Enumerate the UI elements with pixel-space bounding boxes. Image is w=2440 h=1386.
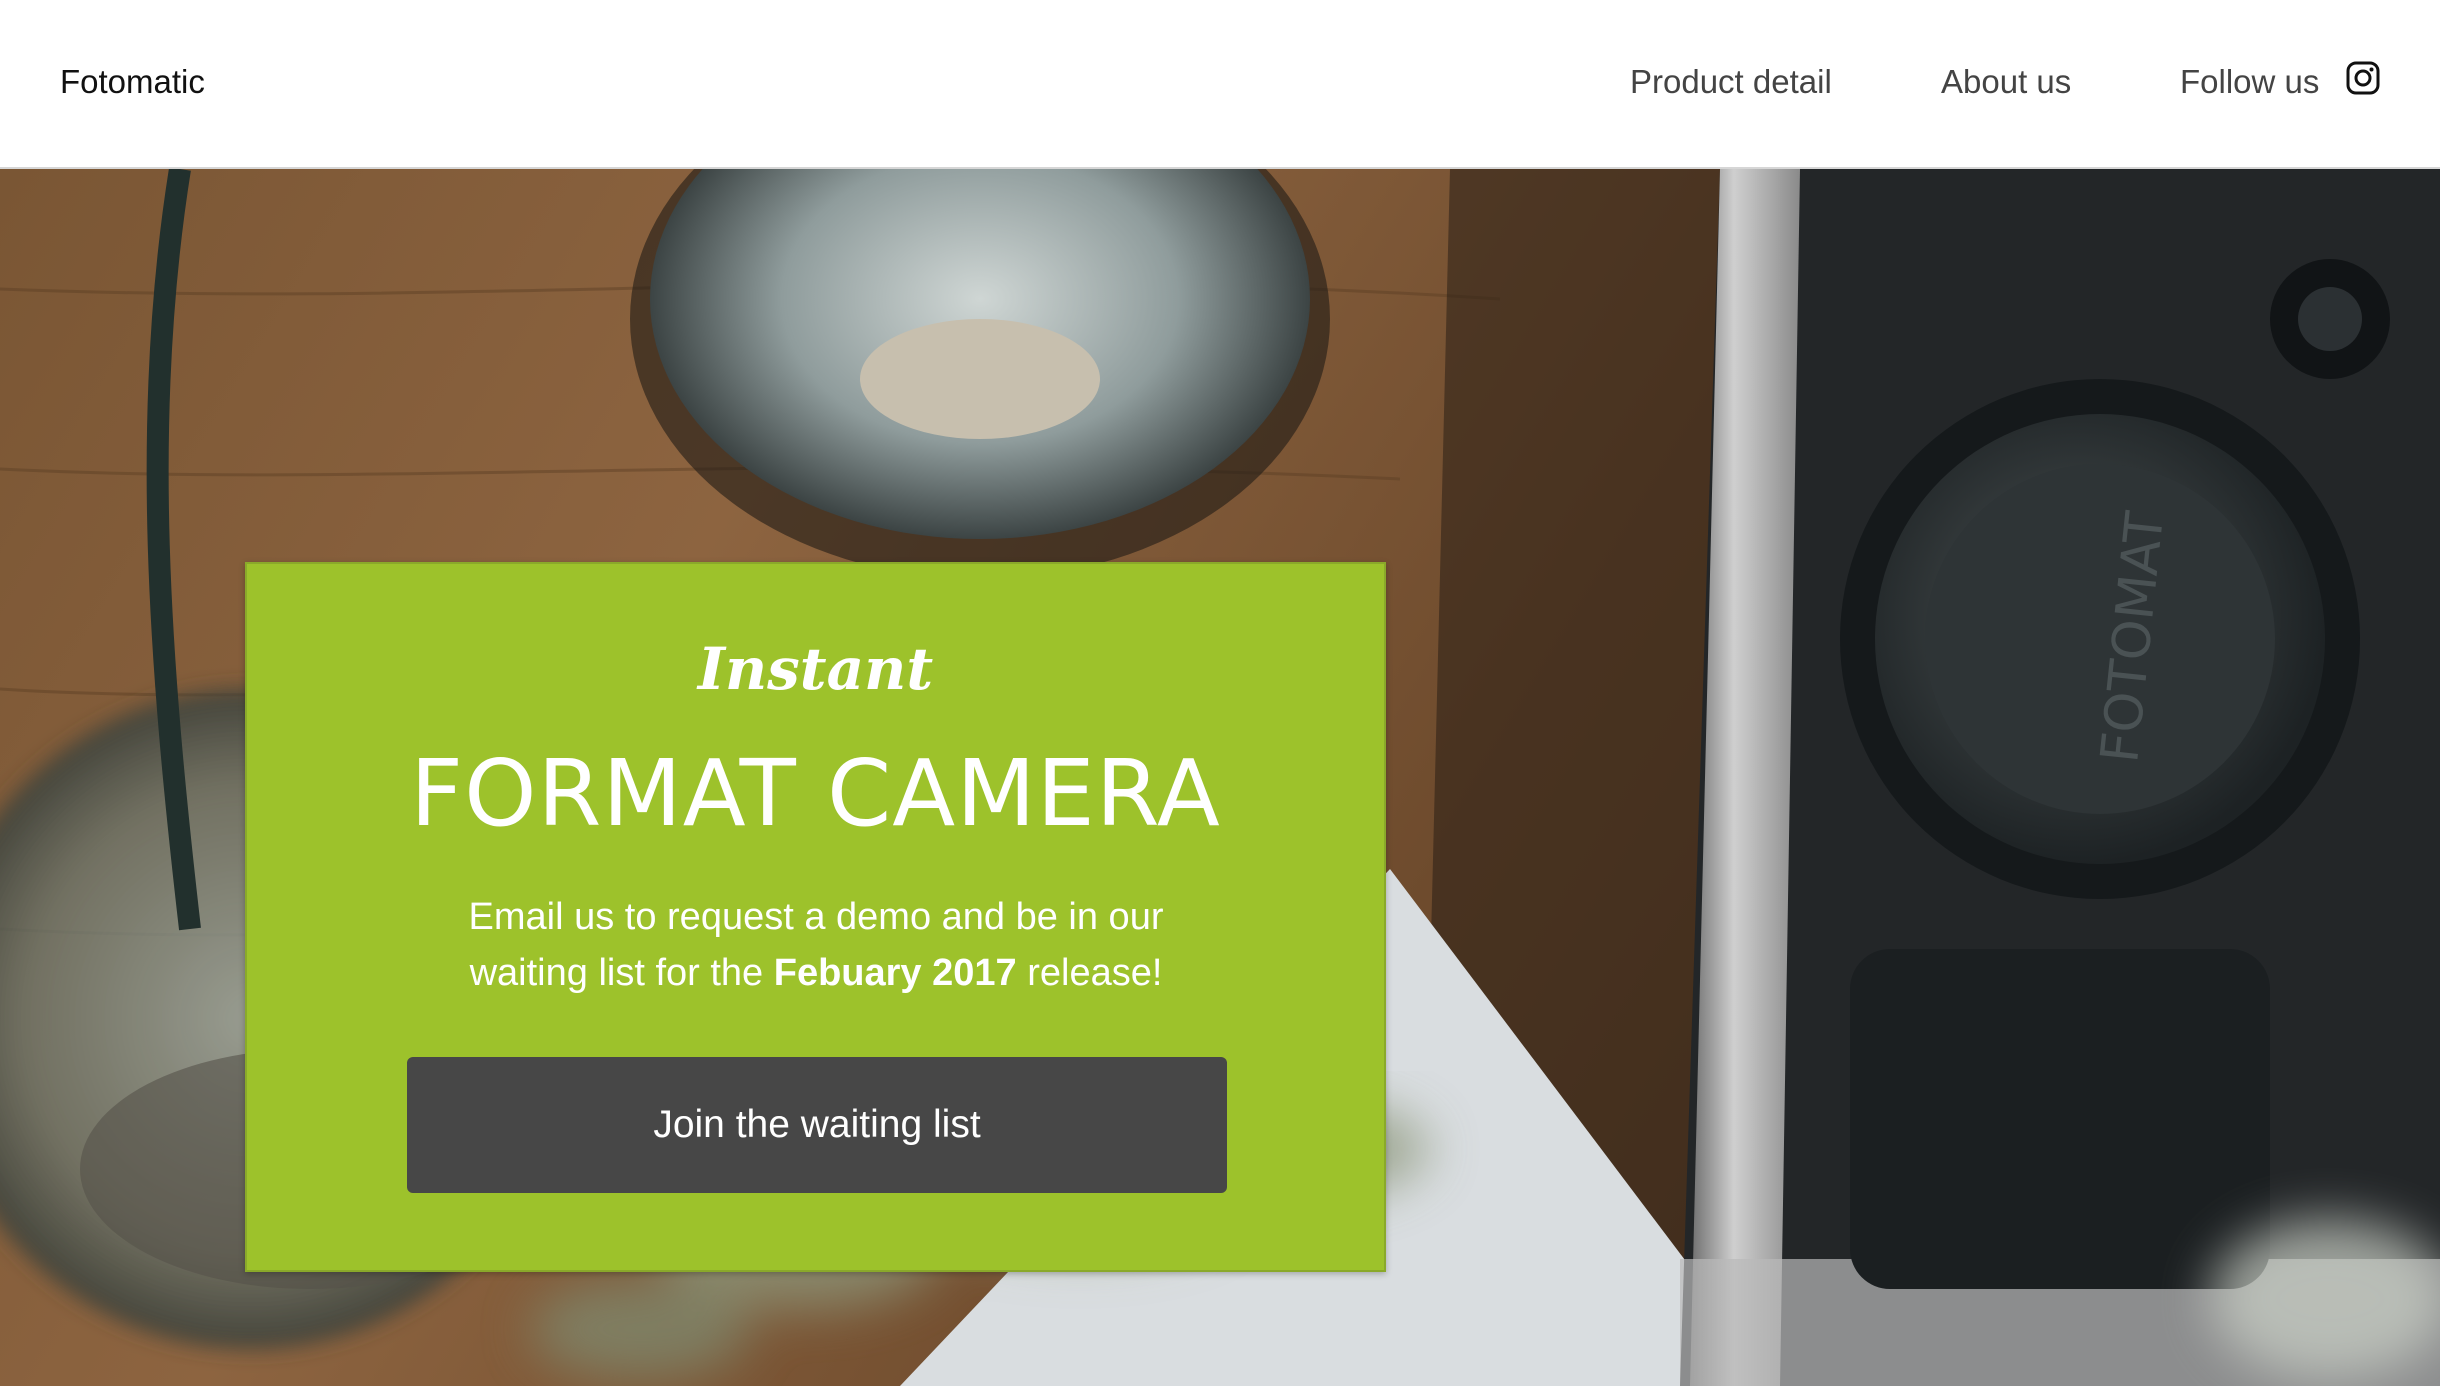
- site-header: Fotomatic Product detail About us Follow…: [0, 0, 2440, 169]
- release-date: Febuary 2017: [773, 952, 1017, 994]
- nav-link-product-detail[interactable]: Product detail: [1630, 62, 1832, 102]
- hero-section: FOTOMAT Instant FORMAT CAMERA Email us t…: [0, 169, 2440, 1386]
- join-waiting-list-button[interactable]: Join the waiting list: [407, 1057, 1227, 1193]
- card-description: Email us to request a demo and be in our…: [407, 889, 1225, 1001]
- card-description-end: release!: [1016, 952, 1163, 994]
- brand-logo-link[interactable]: Fotomatic: [60, 62, 205, 102]
- card-script-heading: Instant: [697, 635, 934, 703]
- hero-card: Instant FORMAT CAMERA Email us to reques…: [245, 562, 1386, 1272]
- nav-link-follow-us[interactable]: Follow us: [2180, 62, 2319, 102]
- card-title: FORMAT CAMERA: [410, 740, 1221, 847]
- nav-link-about-us[interactable]: About us: [1941, 62, 2071, 102]
- instagram-icon[interactable]: [2346, 61, 2380, 95]
